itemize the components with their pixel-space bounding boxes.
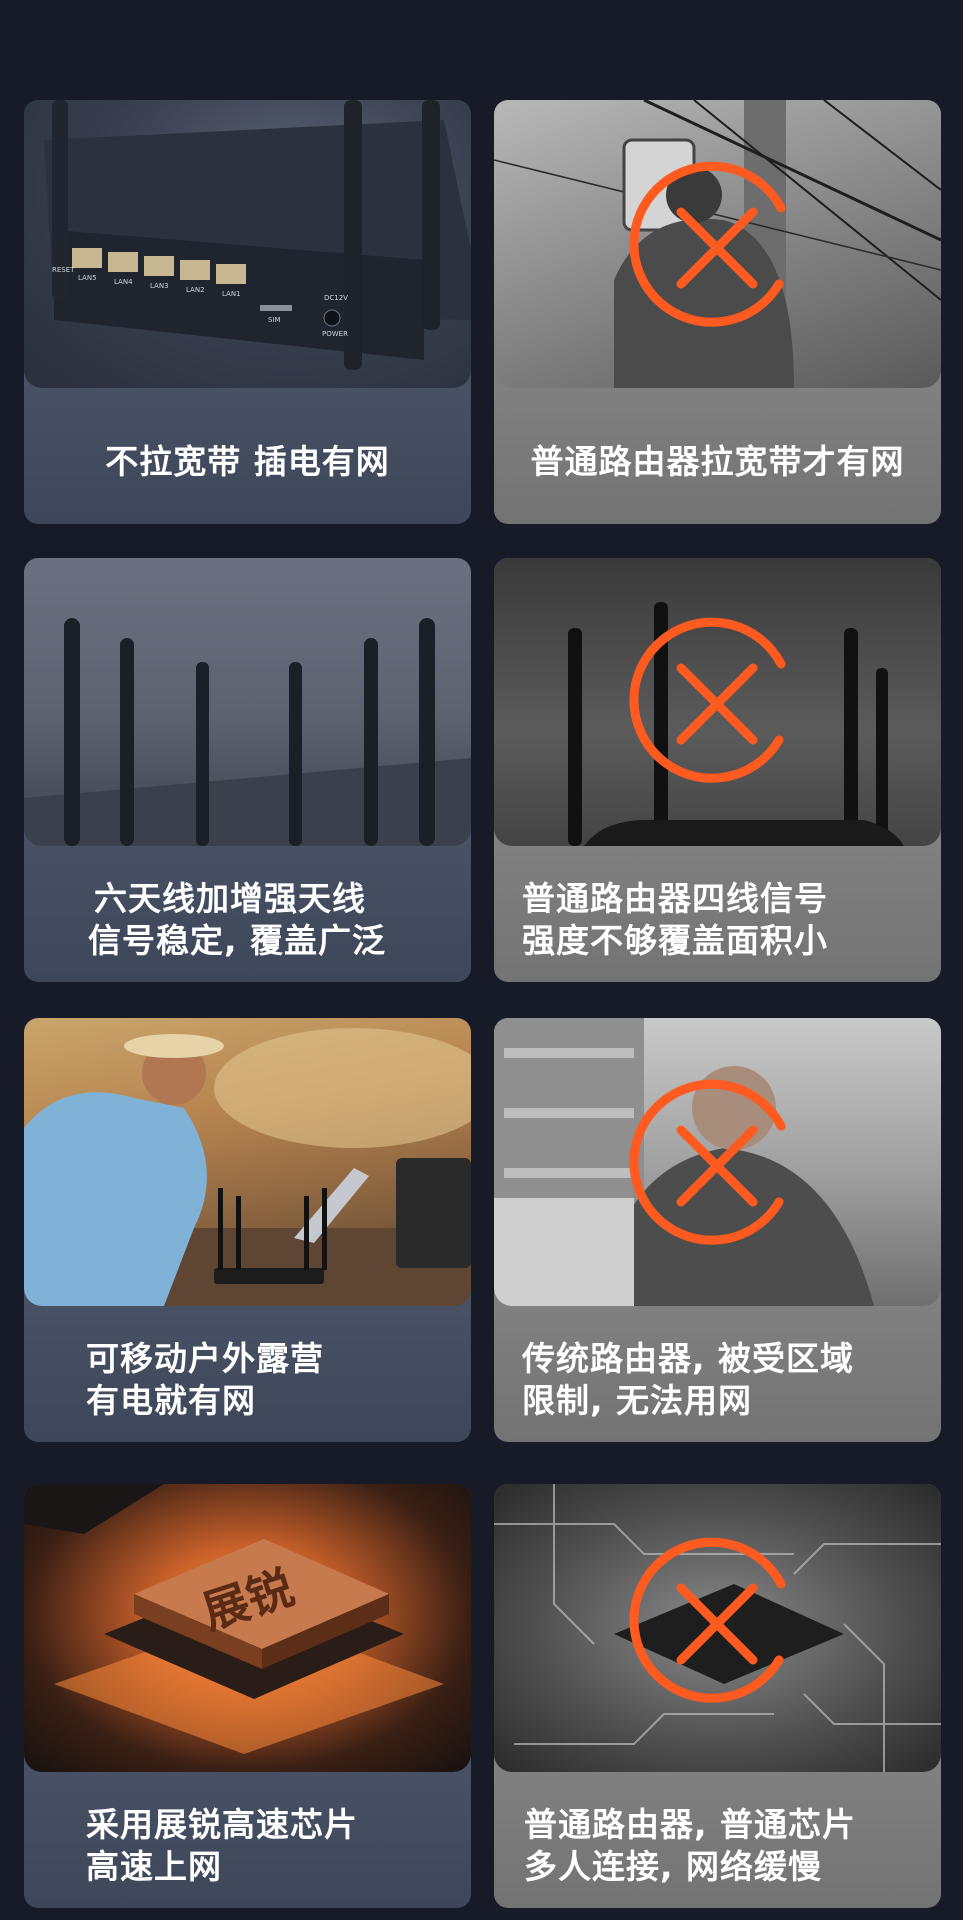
card-caption: 普通路由器四线信号 强度不够覆盖面积小	[494, 858, 941, 982]
card-caption: 不拉宽带 插电有网	[24, 400, 471, 524]
caption-line: 高速上网	[86, 1847, 222, 1886]
port-label: LAN2	[186, 286, 205, 294]
card-caption: 传统路由器, 被受区域 限制, 无法用网	[494, 1318, 941, 1442]
router-port-labels: RESET LAN5 LAN4 LAN3 LAN2 LAN1 SIM DC12V…	[52, 266, 348, 338]
sim-label: SIM	[268, 316, 281, 324]
x-circle-icon	[629, 161, 786, 327]
outdoor-camping-laptop-photo	[24, 1018, 471, 1306]
caption-line: 六天线加增强天线	[94, 879, 366, 918]
caption-line: 多人连接, 网络缓慢	[524, 1847, 823, 1886]
x-circle-icon	[629, 1537, 786, 1703]
caption-line: 信号稳定, 覆盖广泛	[88, 921, 387, 960]
feature-card-six-antennas: 六天线加增强天线 信号稳定, 覆盖广泛	[24, 558, 471, 982]
power-label: POWER	[322, 330, 348, 338]
glowing-chip-photo: 展锐	[24, 1484, 471, 1772]
feature-card-outdoor-camping: 可移动户外露营 有电就有网	[24, 1018, 471, 1442]
feature-card-plug-and-play: RESET LAN5 LAN4 LAN3 LAN2 LAN1 SIM DC12V…	[24, 100, 471, 524]
comparison-card-broadband-required: 普通路由器拉宽带才有网	[494, 100, 941, 524]
caption-line: 普通路由器四线信号	[522, 879, 828, 918]
card-caption: 六天线加增强天线 信号稳定, 覆盖广泛	[24, 858, 471, 982]
card-caption: 采用展锐高速芯片 高速上网	[24, 1784, 471, 1908]
caption-line: 限制, 无法用网	[522, 1381, 753, 1420]
card-caption: 可移动户外露营 有电就有网	[24, 1318, 471, 1442]
x-circle-icon	[629, 617, 786, 783]
caption-line: 不拉宽带 插电有网	[105, 442, 390, 481]
six-antennas-photo	[24, 558, 471, 846]
comparison-card-slow-chip: 普通路由器, 普通芯片 多人连接, 网络缓慢	[494, 1484, 941, 1908]
chip-logo-layer: 展锐	[196, 1560, 300, 1640]
caption-line: 可移动户外露营	[86, 1339, 324, 1378]
caption-line: 强度不够覆盖面积小	[522, 921, 828, 960]
feature-card-unisoc-chip: 展锐 采用展锐高速芯片 高速上网	[24, 1484, 471, 1908]
card-caption: 普通路由器, 普通芯片 多人连接, 网络缓慢	[494, 1784, 941, 1908]
port-label: LAN3	[150, 282, 169, 290]
chip-logo-text: 展锐	[196, 1560, 300, 1640]
caption-line: 有电就有网	[86, 1381, 256, 1420]
port-label: LAN5	[78, 274, 97, 282]
card-caption: 普通路由器拉宽带才有网	[494, 400, 941, 524]
caption-line: 传统路由器, 被受区域	[522, 1339, 855, 1378]
reset-label: RESET	[52, 266, 75, 274]
dc-label: DC12V	[324, 294, 348, 302]
x-circle-icon	[629, 1079, 786, 1245]
comparison-card-weak-signal: 普通路由器四线信号 强度不够覆盖面积小	[494, 558, 941, 982]
caption-line: 普通路由器拉宽带才有网	[530, 442, 905, 481]
router-rear-ports-photo: RESET LAN5 LAN4 LAN3 LAN2 LAN1 SIM DC12V…	[24, 100, 471, 388]
caption-line: 采用展锐高速芯片	[86, 1805, 358, 1844]
comparison-card-region-limited: 传统路由器, 被受区域 限制, 无法用网	[494, 1018, 941, 1442]
camping-illustration	[24, 1028, 471, 1306]
antennas-illustration	[24, 618, 471, 846]
port-label: LAN1	[222, 290, 241, 298]
port-label: LAN4	[114, 278, 133, 286]
caption-line: 普通路由器, 普通芯片	[524, 1805, 857, 1844]
